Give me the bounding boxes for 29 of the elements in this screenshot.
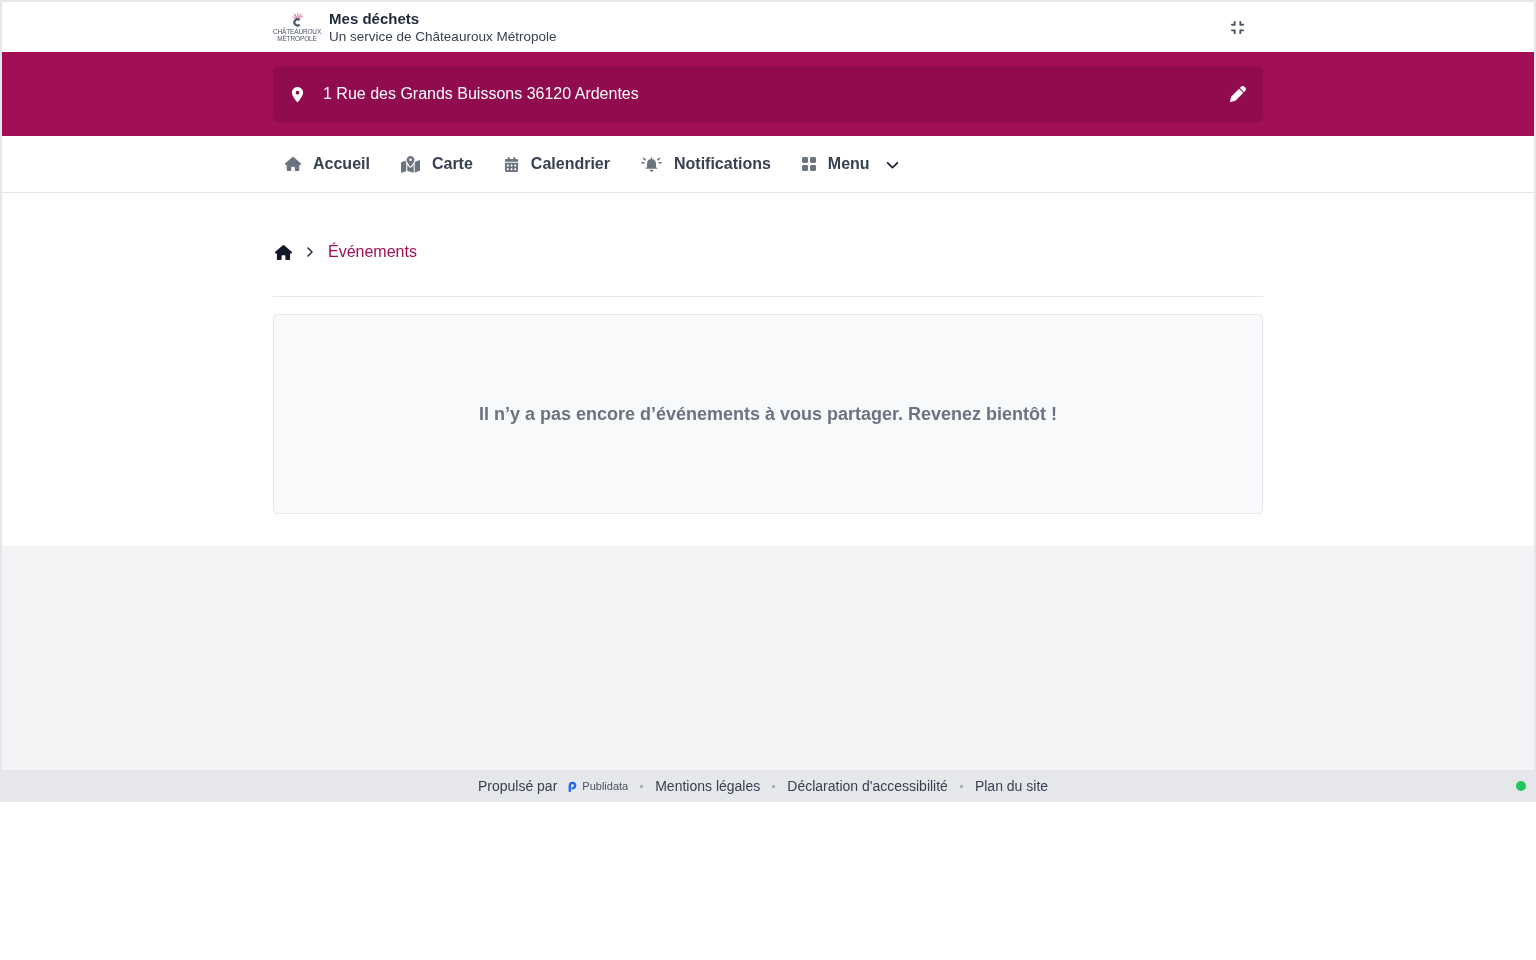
- publidata-link[interactable]: Publidata: [568, 777, 629, 795]
- nav-link[interactable]: Accueil: [273, 144, 382, 184]
- footer-link[interactable]: Mentions légales: [655, 775, 761, 797]
- house-icon: [285, 156, 301, 172]
- grid-icon: [801, 157, 816, 171]
- site-title: Mes déchets: [329, 9, 421, 28]
- footer-link[interactable]: Déclaration d'accessibilité: [787, 775, 948, 797]
- nav-link[interactable]: Carte: [388, 144, 485, 184]
- nav-link[interactable]: Calendrier: [491, 144, 622, 184]
- bell-icon: [640, 155, 662, 173]
- address-bar[interactable]: 1 Rue des Grands Buissons 36120 Ardentes: [273, 66, 1263, 122]
- nav-link[interactable]: Notifications: [628, 144, 783, 184]
- home-icon[interactable]: [275, 243, 292, 261]
- map-icon: [400, 154, 420, 174]
- menu-dropdown[interactable]: Menu: [789, 144, 911, 184]
- footer-link[interactable]: Plan du site: [974, 775, 1049, 797]
- bullet-icon: [959, 784, 963, 788]
- logo-drawing: [289, 12, 305, 28]
- site-subtitle: Un service de Châteauroux Métropole: [329, 27, 557, 45]
- empty-state-message: Il n’y a pas encore d’événements à vous partager. Revenez bientôt !: [478, 402, 1058, 426]
- bullet-icon: [640, 784, 644, 788]
- breadcrumb-current: Événements: [328, 241, 417, 262]
- bullet-icon: [772, 784, 776, 788]
- calendar-icon: [503, 156, 519, 172]
- shrink-icon[interactable]: [1230, 19, 1245, 35]
- pencil-icon[interactable]: [1230, 86, 1246, 102]
- map-pin-icon: [290, 86, 305, 102]
- p-logo-icon: [568, 780, 578, 792]
- powered-by-text: Propulsé par: [477, 776, 558, 796]
